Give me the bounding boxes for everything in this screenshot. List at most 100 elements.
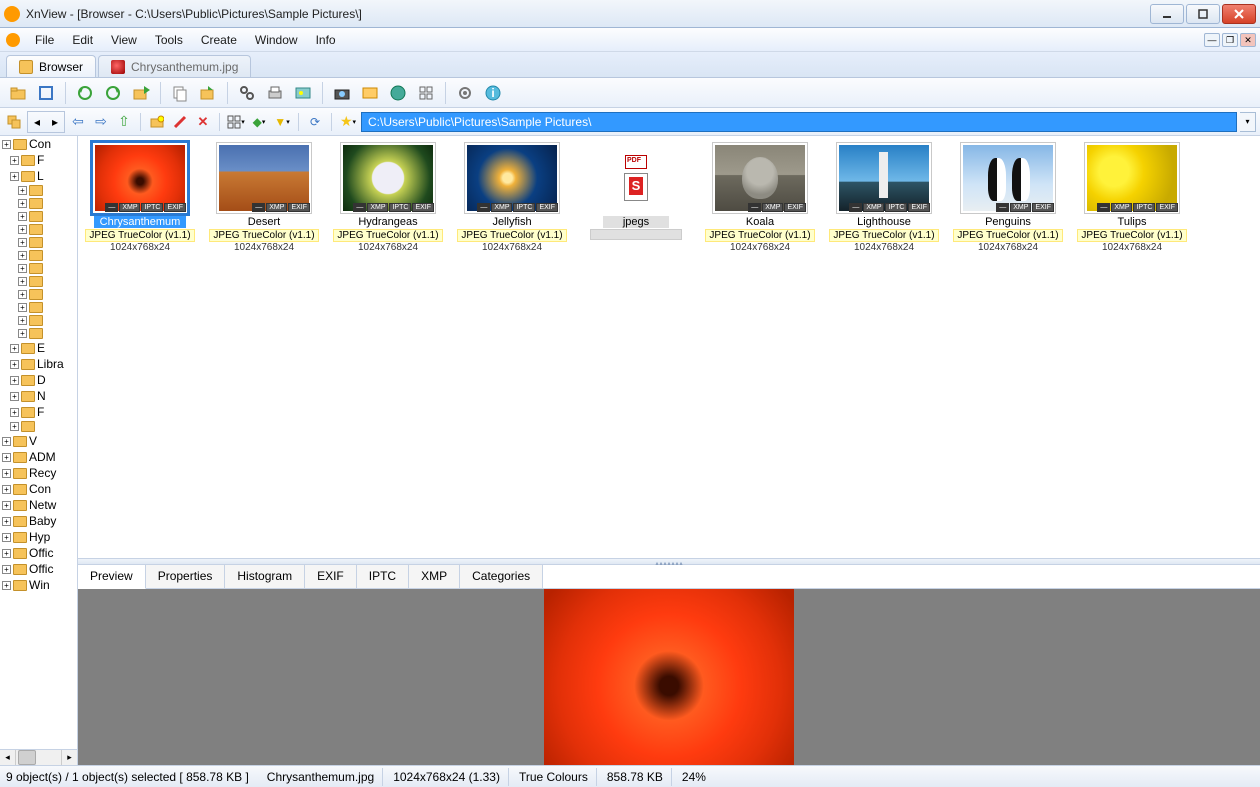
expand-icon[interactable]: + (18, 277, 27, 286)
delete-button[interactable]: ✕ (193, 112, 213, 132)
tree-item[interactable]: +Baby (0, 513, 77, 529)
expand-icon[interactable]: + (10, 422, 19, 431)
address-input[interactable] (361, 112, 1237, 132)
nav-back-button[interactable]: ⇦ (68, 112, 88, 132)
menu-tools[interactable]: Tools (146, 30, 192, 50)
tree-item[interactable]: +F (0, 152, 77, 168)
sort-button[interactable]: ◆▾ (249, 112, 269, 132)
expand-icon[interactable]: + (18, 329, 27, 338)
thumbnail-item[interactable]: —XMPIPTCEXIFHydrangeasJPEG TrueColor (v1… (334, 142, 442, 253)
thumbnail-item[interactable]: —XMPIPTCEXIFTulipsJPEG TrueColor (v1.1)1… (1078, 142, 1186, 253)
expand-icon[interactable]: + (18, 238, 27, 247)
nav-up-button[interactable]: ⇧ (114, 112, 134, 132)
menu-create[interactable]: Create (192, 30, 246, 50)
expand-icon[interactable]: + (2, 453, 11, 462)
open-button[interactable] (6, 81, 30, 105)
tree-item[interactable]: +Win (0, 577, 77, 593)
expand-icon[interactable]: + (18, 225, 27, 234)
tab-image[interactable]: Chrysanthemum.jpg (98, 55, 251, 77)
close-button[interactable] (1222, 4, 1256, 24)
convert-button[interactable] (358, 81, 382, 105)
tree-item[interactable]: +V (0, 433, 77, 449)
capture-button[interactable] (330, 81, 354, 105)
expand-icon[interactable]: + (2, 565, 11, 574)
tab-browser[interactable]: Browser (6, 55, 96, 77)
history-forward-button[interactable]: ▸ (46, 112, 64, 132)
tree-item[interactable]: + (0, 223, 77, 236)
expand-icon[interactable]: + (18, 290, 27, 299)
expand-icon[interactable]: + (2, 469, 11, 478)
detail-tab-properties[interactable]: Properties (146, 565, 226, 588)
mdi-close-button[interactable]: ✕ (1240, 33, 1256, 47)
tree-scrollbar[interactable]: ◂▸ (0, 749, 77, 765)
expand-icon[interactable]: + (18, 186, 27, 195)
rotate-right-button[interactable] (101, 81, 125, 105)
cascade-icon[interactable] (4, 112, 24, 132)
import-button[interactable] (129, 81, 153, 105)
expand-icon[interactable]: + (10, 360, 19, 369)
tree-item[interactable]: +Offic (0, 561, 77, 577)
thumbnail-item[interactable]: —XMPEXIFKoalaJPEG TrueColor (v1.1)1024x7… (706, 142, 814, 253)
expand-icon[interactable]: + (10, 408, 19, 417)
tree-item[interactable]: +Con (0, 481, 77, 497)
view-mode-button[interactable]: ▾ (226, 112, 246, 132)
expand-icon[interactable]: + (2, 140, 11, 149)
tree-item[interactable]: + (0, 327, 77, 340)
tree-item[interactable]: +E (0, 340, 77, 356)
mdi-minimize-button[interactable]: — (1204, 33, 1220, 47)
expand-icon[interactable]: + (2, 501, 11, 510)
thumbnail-item[interactable]: —XMPIPTCEXIFJellyfishJPEG TrueColor (v1.… (458, 142, 566, 253)
refresh-button[interactable]: ⟳ (305, 112, 325, 132)
maximize-button[interactable] (1186, 4, 1220, 24)
print-button[interactable] (263, 81, 287, 105)
thumbnail-item[interactable]: —XMPIPTCEXIFChrysanthemumJPEG TrueColor … (86, 142, 194, 253)
tree-item[interactable]: +Recy (0, 465, 77, 481)
expand-icon[interactable]: + (2, 437, 11, 446)
expand-icon[interactable]: + (18, 316, 27, 325)
expand-icon[interactable]: + (10, 344, 19, 353)
expand-icon[interactable]: + (18, 251, 27, 260)
expand-icon[interactable]: + (2, 533, 11, 542)
tree-item[interactable]: + (0, 249, 77, 262)
slideshow-button[interactable] (291, 81, 315, 105)
menu-info[interactable]: Info (307, 30, 345, 50)
export-button[interactable] (196, 81, 220, 105)
detail-tab-preview[interactable]: Preview (78, 565, 146, 589)
expand-icon[interactable]: + (18, 212, 27, 221)
mdi-restore-button[interactable]: ❐ (1222, 33, 1238, 47)
address-dropdown-button[interactable]: ▾ (1240, 112, 1256, 132)
expand-icon[interactable]: + (2, 517, 11, 526)
copy-button[interactable] (168, 81, 192, 105)
tree-item[interactable]: +Offic (0, 545, 77, 561)
tree-item[interactable]: + (0, 197, 77, 210)
fullscreen-button[interactable] (34, 81, 58, 105)
thumbnail-item[interactable]: —XMPIPTCEXIFLighthouseJPEG TrueColor (v1… (830, 142, 938, 253)
expand-icon[interactable]: + (10, 392, 19, 401)
grid-button[interactable] (414, 81, 438, 105)
filter-button[interactable]: ▼▾ (272, 112, 292, 132)
folder-tree[interactable]: +Con+F+L+++++++++++++E+Libra+D+N+F++V+AD… (0, 136, 78, 765)
tree-item[interactable]: +D (0, 372, 77, 388)
search-button[interactable] (235, 81, 259, 105)
tree-item[interactable]: +F (0, 404, 77, 420)
tree-item[interactable]: + (0, 184, 77, 197)
history-back-button[interactable]: ◂ (28, 112, 46, 132)
tree-item[interactable]: +Netw (0, 497, 77, 513)
expand-icon[interactable]: + (18, 199, 27, 208)
expand-icon[interactable]: + (18, 303, 27, 312)
thumbnail-item[interactable]: —XMPEXIFPenguinsJPEG TrueColor (v1.1)102… (954, 142, 1062, 253)
web-button[interactable] (386, 81, 410, 105)
thumbnail-item[interactable]: —XMPEXIFDesertJPEG TrueColor (v1.1)1024x… (210, 142, 318, 253)
detail-tab-histogram[interactable]: Histogram (225, 565, 305, 588)
expand-icon[interactable]: + (10, 156, 19, 165)
menu-edit[interactable]: Edit (63, 30, 102, 50)
menu-window[interactable]: Window (246, 30, 307, 50)
tree-item[interactable]: + (0, 301, 77, 314)
expand-icon[interactable]: + (18, 264, 27, 273)
edit-button[interactable] (170, 112, 190, 132)
tree-item[interactable]: +Libra (0, 356, 77, 372)
minimize-button[interactable] (1150, 4, 1184, 24)
tree-item[interactable]: +Hyp (0, 529, 77, 545)
nav-forward-button[interactable]: ⇨ (91, 112, 111, 132)
thumbnail-item[interactable]: jpegs (582, 142, 690, 240)
